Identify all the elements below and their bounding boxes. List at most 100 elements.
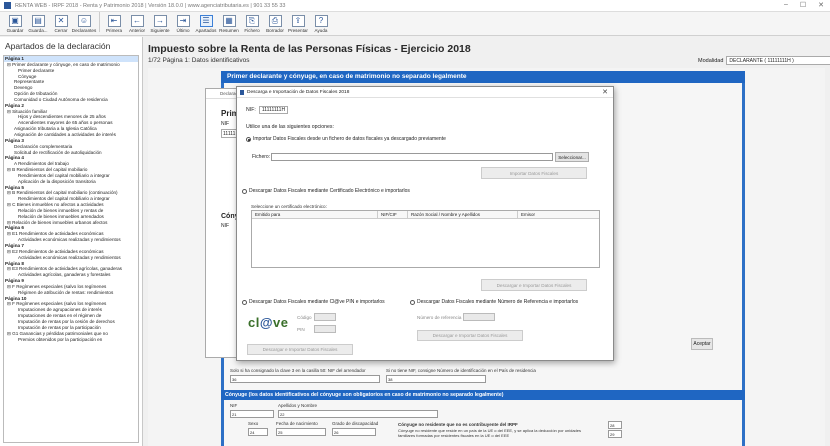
col-razon-social[interactable]: Razón Social / Nombre y Apellidos — [408, 211, 518, 218]
reference-label: Número de referencia — [417, 315, 462, 320]
options-instruction: Utilice una de las siguientes opciones: — [246, 124, 334, 130]
reference-input[interactable] — [463, 313, 495, 321]
window-title: RENTA WEB - IRPF 2018 - Renta y Patrimon… — [15, 2, 286, 9]
option-certificate-label: Descargar Datos Fiscales mediante Certif… — [249, 188, 410, 194]
clave-download-button[interactable]: Descargar e Importar Datos Fiscales — [247, 344, 353, 355]
spouse-name-label: Apellidos y Nombre — [278, 403, 318, 408]
toolbar-guardar-como-button[interactable]: ▤ Guarda... — [27, 11, 49, 33]
minimize-button[interactable]: – — [784, 1, 788, 9]
background-nif-label: NIF — [221, 121, 230, 127]
option-import-file-label: Importar Datos Fiscales desde un fichero… — [253, 136, 446, 142]
toolbar-apartados-button[interactable]: ☰ Apartados — [195, 11, 217, 33]
modalidad-group: Modalidad DECLARANTE ( 11111111H ) ▼ — [698, 56, 830, 65]
toolbar-siguiente-button[interactable]: → Siguiente — [149, 11, 171, 33]
col-nif-cif[interactable]: NIF/CIF — [378, 211, 408, 218]
option-clave-label: Descargar Datos Fiscales mediante Cl@ve … — [249, 299, 385, 305]
last-page-icon: ⇥ — [176, 15, 190, 27]
window-controls: – ☐ ✕ — [784, 1, 824, 9]
certificate-label: Seleccione un certificado electrónico: — [251, 204, 327, 209]
box-21[interactable]: 21 — [230, 410, 274, 418]
codigo-input[interactable] — [314, 313, 336, 321]
option-reference-label: Descargar Datos Fiscales mediante Número… — [417, 299, 579, 305]
option-reference-radio[interactable]: Descargar Datos Fiscales mediante Número… — [410, 299, 578, 305]
toolbar-ultimo-button[interactable]: ⇥ Último — [172, 11, 194, 33]
section-header: Primer declarante y cónyuge, en caso de … — [221, 71, 745, 83]
box-22[interactable]: 22 — [278, 410, 438, 418]
page-indicator: 1/72 Página 1: Datos identificativos — [148, 57, 250, 64]
summary-icon: ▦ — [222, 15, 236, 27]
box-36[interactable]: 36 — [230, 375, 380, 383]
tree-item[interactable]: Premios obtenidos por la participación e… — [4, 337, 138, 343]
option-import-file-radio[interactable]: Importar Datos Fiscales desde un fichero… — [246, 136, 446, 142]
tree-item[interactable]: Actividades económicas realizadas y rend… — [4, 255, 138, 261]
option-clave-radio[interactable]: Descargar Datos Fiscales mediante Cl@ve … — [242, 299, 385, 305]
spouse-section-header: Cónyuge (los datos identificativos del c… — [221, 390, 745, 400]
background-nif-label-2: NIF — [221, 223, 230, 229]
toolbar-anterior-button[interactable]: ← Anterior — [126, 11, 148, 33]
close-icon[interactable]: ✕ — [602, 88, 608, 96]
first-page-icon: ⇤ — [107, 15, 121, 27]
residencia-label: Si no tiene NIF, consigne Número de iden… — [386, 368, 536, 373]
dialog-app-icon — [240, 89, 244, 95]
toolbar-ayuda-button[interactable]: ? Ayuda — [310, 11, 332, 33]
toolbar-primera-button[interactable]: ⇤ Primera — [103, 11, 125, 33]
col-emitido-para[interactable]: Emitido para — [252, 211, 378, 218]
import-data-button[interactable]: Importar Datos Fiscales — [481, 167, 587, 179]
box-38[interactable]: 38 — [386, 375, 486, 383]
radio-unselected-icon — [410, 299, 415, 305]
toolbar: ▣ Guardar ▤ Guarda... ✕ Cerrar ☺ Declarantes… — [0, 12, 830, 36]
pin-label: PIN — [297, 327, 305, 332]
tree-item[interactable]: ⊟ Primer declarante y cónyuge, en caso d… — [4, 62, 138, 68]
nif-row: NIF: 11111111H — [246, 106, 289, 114]
box-28[interactable]: 28 — [608, 421, 622, 429]
codigo-label: Código — [297, 315, 312, 320]
toolbar-declarantes-button[interactable]: ☺ Declarantes — [72, 11, 96, 33]
file-icon: ⎘ — [245, 15, 259, 27]
sections-icon: ☰ — [199, 15, 213, 27]
no-residente-note: Cónyuge no residente que no es contribuy… — [398, 422, 518, 427]
sections-tree[interactable]: Página 1 ⊟ Primer declarante y cónyuge, … — [3, 55, 139, 443]
option-certificate-radio[interactable]: Descargar Datos Fiscales mediante Certif… — [242, 188, 410, 194]
toolbar-presentar-button[interactable]: ⇪ Presentar — [287, 11, 309, 33]
modalidad-value: DECLARANTE ( 11111111H ) — [729, 57, 794, 64]
pin-input[interactable] — [314, 325, 336, 333]
toolbar-cerrar-button[interactable]: ✕ Cerrar — [50, 11, 72, 33]
toolbar-resumen-button[interactable]: ▦ Resumen — [218, 11, 240, 33]
sexo-label: Sexo — [248, 421, 259, 426]
next-page-icon: → — [153, 15, 167, 27]
certificate-table[interactable]: Emitido para NIF/CIF Razón Social / Nomb… — [251, 210, 600, 268]
box-26[interactable]: 26 — [332, 428, 376, 436]
people-icon: ☺ — [77, 15, 91, 27]
prev-page-icon: ← — [130, 15, 144, 27]
nif-label: NIF: — [246, 107, 256, 113]
sidebar: Apartados de la declaración Página 1 ⊟ P… — [0, 37, 143, 446]
toolbar-borrador-button[interactable]: ⎙ Borrador — [264, 11, 286, 33]
col-emisor[interactable]: Emisor — [518, 211, 599, 218]
box-24[interactable]: 24 — [248, 428, 268, 436]
nif-value: 11111111H — [258, 106, 289, 114]
dialog-title-bar: Descarga e Importación de Datos Fiscales… — [237, 87, 613, 98]
page-title: Impuesto sobre la Renta de las Personas … — [148, 43, 471, 55]
tree-item[interactable]: Actividades económicas realizadas y rend… — [4, 237, 138, 243]
fichero-input[interactable] — [271, 153, 553, 161]
modalidad-label: Modalidad — [698, 57, 724, 64]
reference-download-button[interactable]: Descargar e Importar Datos Fiscales — [417, 330, 523, 341]
maximize-button[interactable]: ☐ — [800, 1, 806, 9]
grado-discapacidad-label: Grado de discapacidad — [332, 421, 379, 426]
clave-logo: cl@ve — [248, 315, 289, 330]
modalidad-select[interactable]: DECLARANTE ( 11111111H ) ▼ — [726, 56, 830, 65]
close-window-button[interactable]: ✕ — [818, 1, 824, 9]
toolbar-guardar-button[interactable]: ▣ Guardar — [4, 11, 26, 33]
radio-unselected-icon — [242, 299, 247, 305]
arrendador-label: Solo si ha consignado la clave 3 en la c… — [230, 368, 366, 373]
ue-eee-note: Cónyuge no residente que reside en un pa… — [398, 428, 582, 438]
select-file-button[interactable]: Seleccionar... — [555, 152, 589, 162]
box-29[interactable]: 29 — [608, 430, 622, 438]
certificate-download-button[interactable]: Descargar e Importar Datos Fiscales — [481, 279, 587, 291]
background-accept-button[interactable]: Aceptar — [691, 338, 713, 350]
save-as-icon: ▤ — [31, 15, 45, 27]
box-25[interactable]: 25 — [276, 428, 326, 436]
dialog-title: Descarga e Importación de Datos Fiscales… — [247, 89, 350, 95]
toolbar-fichero-button[interactable]: ⎘ Fichero — [241, 11, 263, 33]
import-dialog: Descarga e Importación de Datos Fiscales… — [236, 86, 614, 361]
